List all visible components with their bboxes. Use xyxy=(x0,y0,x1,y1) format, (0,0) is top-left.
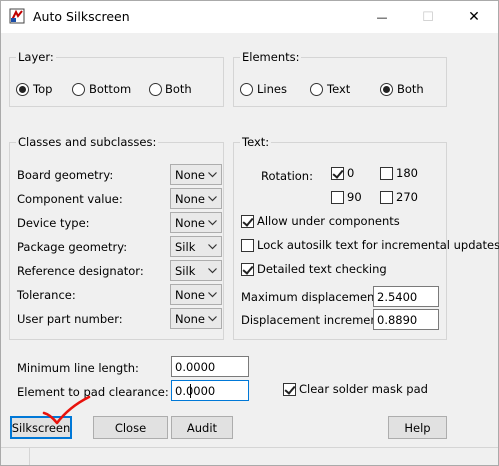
rotation-90-checkbox[interactable] xyxy=(331,191,344,204)
board-geometry-value: None xyxy=(175,168,206,182)
text-cursor xyxy=(190,384,191,398)
layer-bottom-radio[interactable] xyxy=(72,83,85,96)
component-value-select[interactable]: None xyxy=(170,188,222,209)
component-value-value: None xyxy=(175,192,206,206)
package-geometry-select[interactable]: Silk xyxy=(170,236,222,257)
reference-designator-select[interactable]: Silk xyxy=(170,260,222,281)
layer-top-radio[interactable] xyxy=(16,83,29,96)
rotation-0-checkbox[interactable] xyxy=(331,167,344,180)
component-value-label: Component value: xyxy=(17,192,123,206)
allow-under-components-label[interactable]: Allow under components xyxy=(257,214,400,228)
layer-top-label[interactable]: Top xyxy=(33,82,52,96)
help-button-label: Help xyxy=(404,420,431,435)
allow-under-components-checkbox[interactable] xyxy=(241,215,254,228)
tolerance-select[interactable]: None xyxy=(170,284,222,305)
user-part-number-label: User part number: xyxy=(17,312,123,326)
pad-clearance-input[interactable]: 0.0000 xyxy=(171,380,249,401)
status-bar xyxy=(1,447,498,465)
app-icon xyxy=(9,8,25,24)
elements-text-label[interactable]: Text xyxy=(327,82,350,96)
elements-both-label[interactable]: Both xyxy=(397,82,424,96)
device-type-select[interactable]: None xyxy=(170,212,222,233)
maximize-button: ☐ xyxy=(405,1,451,33)
clear-solder-mask-checkbox[interactable] xyxy=(283,383,296,396)
min-line-length-label: Minimum line length: xyxy=(17,361,139,375)
device-type-label: Device type: xyxy=(17,216,90,230)
layer-both-radio[interactable] xyxy=(149,83,162,96)
max-displacement-input[interactable]: 2.5400 xyxy=(373,286,439,307)
displacement-increment-label: Displacement increment: xyxy=(241,313,387,327)
displacement-increment-input[interactable]: 0.8890 xyxy=(373,309,439,330)
status-bar-divider xyxy=(29,447,30,465)
chevron-down-icon xyxy=(208,244,217,250)
board-geometry-label: Board geometry: xyxy=(17,168,114,182)
reference-designator-value: Silk xyxy=(175,264,196,278)
classes-legend: Classes and subclasses: xyxy=(16,135,159,149)
rotation-0-label[interactable]: 0 xyxy=(347,166,354,180)
rotation-label: Rotation: xyxy=(261,169,313,183)
board-geometry-select[interactable]: None xyxy=(170,164,222,185)
elements-lines-label[interactable]: Lines xyxy=(257,82,287,96)
red-checkmark-annotation xyxy=(42,395,91,425)
close-button[interactable]: Close xyxy=(93,416,168,439)
detailed-text-checking-label[interactable]: Detailed text checking xyxy=(257,262,387,276)
detailed-text-checking-checkbox[interactable] xyxy=(241,263,254,276)
package-geometry-label: Package geometry: xyxy=(17,240,128,254)
rotation-180-label[interactable]: 180 xyxy=(396,166,418,180)
user-part-number-select[interactable]: None xyxy=(170,308,222,329)
tolerance-label: Tolerance: xyxy=(17,288,76,302)
rotation-180-checkbox[interactable] xyxy=(380,167,393,180)
maximize-icon: ☐ xyxy=(422,9,434,25)
help-button[interactable]: Help xyxy=(388,416,447,439)
elements-both-radio[interactable] xyxy=(380,83,393,96)
chevron-down-icon xyxy=(208,316,217,322)
elements-lines-radio[interactable] xyxy=(240,83,253,96)
rotation-270-label[interactable]: 270 xyxy=(396,190,418,204)
close-window-button[interactable]: ✕ xyxy=(451,1,497,33)
audit-button[interactable]: Audit xyxy=(171,416,233,439)
package-geometry-value: Silk xyxy=(175,240,196,254)
layer-legend: Layer: xyxy=(16,50,56,64)
minimize-icon: — xyxy=(376,10,388,24)
max-displacement-label: Maximum displacement: xyxy=(241,290,383,304)
dialog-window: Auto Silkscreen — ☐ ✕ Layer: Top Bottom … xyxy=(0,0,499,466)
close-button-label: Close xyxy=(114,420,147,435)
lock-autosilk-checkbox[interactable] xyxy=(241,239,254,252)
elements-text-radio[interactable] xyxy=(310,83,323,96)
reference-designator-label: Reference designator: xyxy=(17,264,144,278)
elements-legend: Elements: xyxy=(240,50,302,64)
displacement-increment-value: 0.8890 xyxy=(377,313,418,327)
text-legend: Text: xyxy=(240,135,272,149)
chevron-down-icon xyxy=(208,196,217,202)
rotation-270-checkbox[interactable] xyxy=(380,191,393,204)
device-type-value: None xyxy=(175,216,206,230)
lock-autosilk-label[interactable]: Lock autosilk text for incremental updat… xyxy=(257,238,499,252)
chevron-down-icon xyxy=(208,172,217,178)
window-title: Auto Silkscreen xyxy=(33,9,130,24)
layer-both-label[interactable]: Both xyxy=(165,82,192,96)
user-part-number-value: None xyxy=(175,312,206,326)
audit-button-label: Audit xyxy=(186,420,218,435)
chevron-down-icon xyxy=(208,292,217,298)
chevron-down-icon xyxy=(208,268,217,274)
pad-clearance-value: 0.0000 xyxy=(175,384,216,398)
title-bar[interactable]: Auto Silkscreen — ☐ ✕ xyxy=(1,1,498,33)
tolerance-value: None xyxy=(175,288,206,302)
max-displacement-value: 2.5400 xyxy=(377,290,418,304)
clear-solder-mask-label[interactable]: Clear solder mask pad xyxy=(299,382,428,396)
minimize-button[interactable]: — xyxy=(359,1,405,33)
close-icon: ✕ xyxy=(468,9,480,25)
min-line-length-value: 0.0000 xyxy=(175,360,216,374)
min-line-length-input[interactable]: 0.0000 xyxy=(171,356,249,377)
rotation-90-label[interactable]: 90 xyxy=(347,190,362,204)
chevron-down-icon xyxy=(208,220,217,226)
layer-bottom-label[interactable]: Bottom xyxy=(89,82,131,96)
